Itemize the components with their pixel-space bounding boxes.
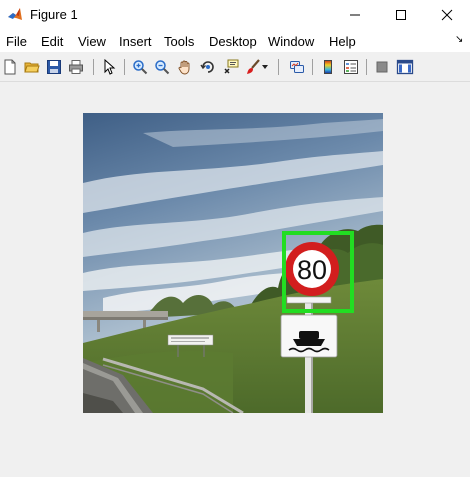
menu-tools[interactable]: Tools <box>164 34 194 49</box>
zoom-in-icon <box>133 60 148 75</box>
zoom-in-button[interactable] <box>130 57 150 77</box>
road-scene-image: 80 <box>83 113 383 413</box>
pan-button[interactable] <box>175 57 195 77</box>
link-plot-button[interactable] <box>287 57 307 77</box>
colorbar-icon <box>324 60 332 74</box>
rotate-3d-button[interactable] <box>198 57 218 77</box>
save-figure-icon <box>47 60 61 74</box>
show-plot-tools-button[interactable] <box>395 57 415 77</box>
menu-view[interactable]: View <box>78 34 106 49</box>
menu-bar: File Edit View Insert Tools Desktop Wind… <box>0 30 470 52</box>
print-figure-icon <box>69 60 83 74</box>
toolbar-separator <box>124 59 125 75</box>
brush-dropdown-button[interactable] <box>259 57 271 77</box>
hide-plot-tools-icon <box>376 61 388 73</box>
data-cursor-icon <box>224 59 239 74</box>
data-cursor-button[interactable] <box>221 57 241 77</box>
edit-plot-arrow-icon <box>104 59 116 75</box>
link-plot-icon <box>290 61 304 73</box>
toolbar-separator <box>366 59 367 75</box>
insert-colorbar-button[interactable] <box>318 57 338 77</box>
legend-icon <box>344 60 358 74</box>
title-bar: Figure 1 <box>0 0 470 30</box>
figure-axes[interactable]: 80 <box>83 113 383 413</box>
show-plot-tools-icon <box>396 59 414 75</box>
minimize-icon <box>350 14 360 16</box>
open-file-button[interactable] <box>22 57 42 77</box>
close-icon <box>441 9 453 21</box>
hide-plot-tools-button[interactable] <box>372 57 392 77</box>
toolbar-separator <box>312 59 313 75</box>
chevron-down-icon <box>262 65 268 69</box>
menu-help[interactable]: Help <box>329 34 356 49</box>
maximize-button[interactable] <box>378 0 424 30</box>
edit-plot-button[interactable] <box>99 57 119 77</box>
new-figure-icon <box>4 59 16 75</box>
speed-limit-text: 80 <box>297 255 327 285</box>
minimize-button[interactable] <box>332 0 378 30</box>
menu-file[interactable]: File <box>6 34 27 49</box>
zoom-out-icon <box>155 60 170 75</box>
matlab-icon <box>8 8 22 20</box>
zoom-out-button[interactable] <box>152 57 172 77</box>
menu-insert[interactable]: Insert <box>119 34 152 49</box>
pan-hand-icon <box>178 60 190 75</box>
toolbar-separator <box>93 59 94 75</box>
insert-legend-button[interactable] <box>341 57 361 77</box>
menu-undock-arrow[interactable]: ↘ <box>455 34 463 45</box>
new-figure-button[interactable] <box>0 57 20 77</box>
toolbar-separator <box>278 59 279 75</box>
menu-window[interactable]: Window <box>268 34 314 49</box>
print-figure-button[interactable] <box>66 57 86 77</box>
close-button[interactable] <box>424 0 470 30</box>
save-figure-button[interactable] <box>44 57 64 77</box>
figure-toolbar <box>0 53 470 82</box>
open-file-icon <box>24 62 40 73</box>
maximize-icon <box>396 10 406 20</box>
menu-edit[interactable]: Edit <box>41 34 63 49</box>
menu-desktop[interactable]: Desktop <box>209 34 257 49</box>
rotate-3d-icon <box>200 61 214 73</box>
window-title: Figure 1 <box>30 7 78 22</box>
